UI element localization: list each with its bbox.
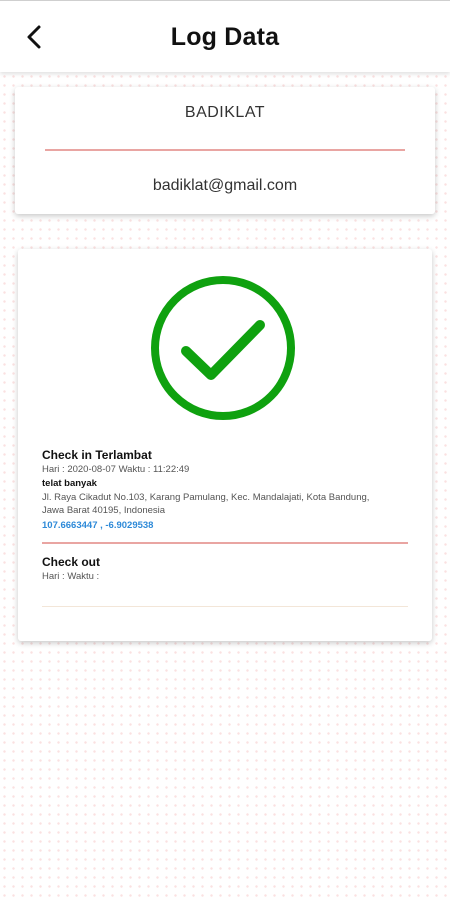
divider	[45, 149, 405, 151]
user-name: BADIKLAT	[184, 104, 266, 121]
user-email: badiklat@gmail.com	[152, 177, 298, 194]
check-in-datetime: Hari : 2020-08-07 Waktu : 11:22:49	[42, 464, 190, 475]
app-bar: Log Data	[0, 0, 450, 72]
divider	[42, 606, 408, 607]
page-title: Log Data	[170, 23, 280, 51]
check-in-title: Check in Terlambat	[42, 448, 152, 462]
check-out-title: Check out	[42, 555, 101, 569]
check-in-coordinates: 107.6663447 , -6.9029538	[42, 520, 154, 531]
divider	[42, 542, 408, 544]
user-card: BADIKLAT badiklat@gmail.com	[15, 87, 435, 214]
check-circle-icon	[151, 276, 295, 420]
check-in-note: telat banyak	[42, 478, 97, 489]
attendance-log-card: Check in Terlambat Hari : 2020-08-07 Wak…	[18, 249, 432, 641]
check-in-address: Jl. Raya Cikadut No.103, Karang Pamulang…	[42, 492, 370, 516]
check-out-datetime: Hari : Waktu :	[42, 571, 100, 582]
